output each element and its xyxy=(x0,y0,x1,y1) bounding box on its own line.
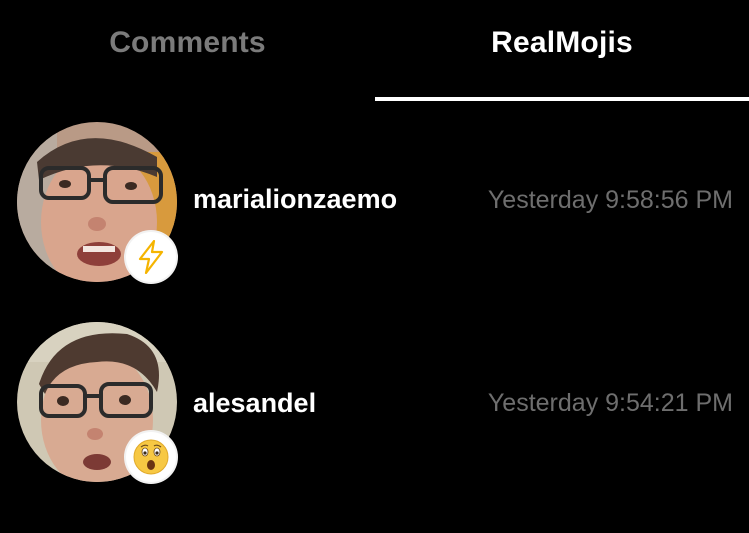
reaction-badge xyxy=(126,432,176,482)
timestamp: Yesterday 9:58:56 PM xyxy=(487,186,733,214)
realmoji-row[interactable]: marialionzaemo Yesterday 9:58:56 PM xyxy=(0,118,749,288)
active-tab-indicator xyxy=(375,97,749,101)
tab-comments[interactable]: Comments xyxy=(0,0,375,102)
lightning-bolt-icon xyxy=(138,240,164,274)
username[interactable]: marialionzaemo xyxy=(193,184,397,215)
astonished-face-emoji-icon xyxy=(133,439,169,475)
realmoji-row[interactable]: alesandel Yesterday 9:54:21 PM xyxy=(0,318,749,488)
tab-bar: Comments RealMojis xyxy=(0,0,749,102)
username[interactable]: alesandel xyxy=(193,388,316,419)
tab-realmojis[interactable]: RealMojis xyxy=(375,0,749,102)
timestamp: Yesterday 9:54:21 PM xyxy=(487,389,733,417)
reaction-badge xyxy=(126,232,176,282)
